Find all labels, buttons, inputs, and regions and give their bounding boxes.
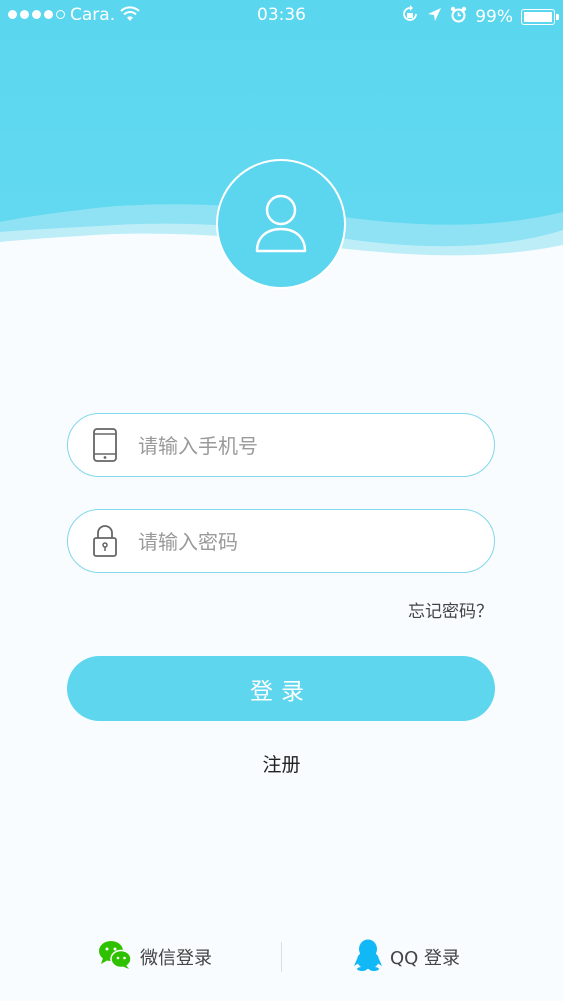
- phone-field[interactable]: [67, 413, 495, 477]
- wechat-login-button[interactable]: 微信登录: [98, 940, 212, 974]
- phone-input[interactable]: [136, 414, 480, 477]
- register-link[interactable]: 注册: [0, 750, 563, 777]
- lock-icon: [92, 524, 118, 562]
- rotation-lock-icon: [401, 5, 419, 28]
- wechat-login-label: 微信登录: [140, 948, 212, 969]
- status-bar: Cara. 03:36 99%: [0, 0, 563, 32]
- qq-penguin-icon: [354, 939, 382, 976]
- wechat-icon: [98, 940, 132, 975]
- avatar[interactable]: [216, 159, 346, 289]
- qq-login-label: QQ 登录: [390, 948, 461, 969]
- forgot-password-link[interactable]: 忘记密码？: [408, 597, 493, 622]
- battery-icon: [521, 8, 559, 25]
- phone-icon: [92, 428, 118, 466]
- battery-percentage: 99%: [475, 6, 513, 27]
- login-button[interactable]: 登录: [67, 656, 495, 721]
- user-icon: [255, 194, 307, 253]
- social-divider: [281, 942, 282, 972]
- login-screen: Cara. 03:36 99% 请输入手机号 忘记密码？ 登录 注册 微信登录 …: [0, 0, 563, 1001]
- location-arrow-icon: [427, 7, 442, 27]
- password-field[interactable]: [67, 509, 495, 573]
- alarm-clock-icon: [450, 6, 467, 28]
- password-input[interactable]: [136, 510, 480, 573]
- qq-login-button[interactable]: QQ 登录: [354, 939, 461, 976]
